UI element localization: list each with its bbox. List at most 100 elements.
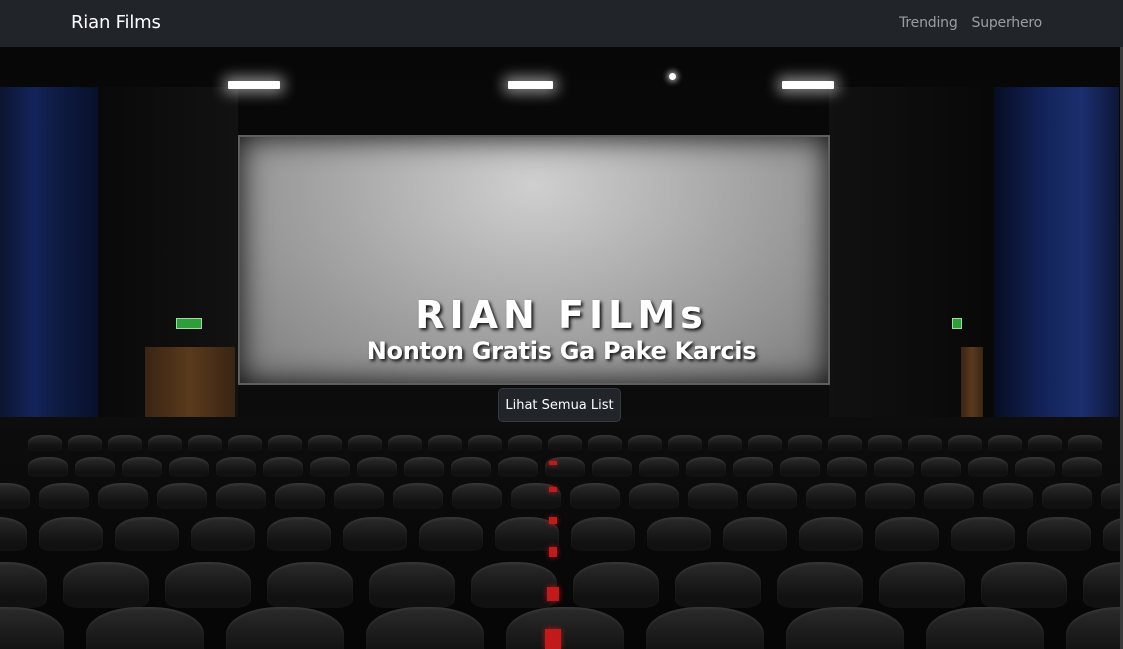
seat: [646, 607, 764, 649]
seat: [1041, 483, 1092, 509]
seat: [875, 517, 939, 551]
hero-subtitle: Nonton Gratis Ga Pake Karcis: [366, 337, 757, 365]
seat-row: [0, 457, 1123, 477]
seat: [333, 483, 384, 509]
seat: [786, 607, 904, 649]
aisle-light: [549, 487, 557, 492]
ceiling-light: [782, 81, 834, 89]
seat: [1068, 435, 1102, 451]
seat: [148, 435, 182, 451]
seat: [874, 457, 914, 477]
seat: [799, 517, 863, 551]
seat: [263, 457, 303, 477]
seat: [746, 483, 797, 509]
seat: [968, 457, 1008, 477]
seat: [1027, 517, 1091, 551]
seat: [404, 457, 444, 477]
hero-section: RIAN FILMs Nonton Gratis Ga Pake Karcis …: [0, 47, 1123, 649]
seat: [498, 457, 538, 477]
seat: [169, 457, 209, 477]
seat: [108, 435, 142, 451]
seat: [628, 483, 679, 509]
navbar: Rian Films Trending Superhero: [0, 0, 1123, 47]
brand-link[interactable]: Rian Films: [71, 12, 161, 33]
seat: [569, 483, 620, 509]
seat: [868, 435, 902, 451]
seat: [733, 457, 773, 477]
seat: [38, 483, 89, 509]
seat: [191, 517, 255, 551]
seat: [908, 435, 942, 451]
seat: [97, 483, 148, 509]
seat: [419, 517, 483, 551]
seat: [545, 457, 585, 477]
ceiling-light: [669, 73, 676, 80]
seat: [951, 517, 1015, 551]
seat: [588, 435, 622, 451]
curtain-right: [994, 87, 1119, 447]
seat: [923, 483, 974, 509]
seat: [948, 435, 982, 451]
nav-link-trending[interactable]: Trending: [899, 15, 958, 31]
seat-row: [0, 562, 1123, 608]
seat: [388, 435, 422, 451]
seat: [268, 435, 302, 451]
seat: [357, 457, 397, 477]
seat: [788, 435, 822, 451]
seat: [1083, 562, 1123, 608]
seat: [267, 517, 331, 551]
seat: [777, 562, 863, 608]
seat: [267, 562, 353, 608]
aisle-light: [549, 461, 557, 465]
seat: [165, 562, 251, 608]
seat: [0, 483, 30, 509]
seat-row: [0, 517, 1123, 551]
ceiling-light: [508, 81, 553, 89]
aisle-light: [547, 587, 559, 601]
nav-link-superhero[interactable]: Superhero: [972, 15, 1043, 31]
seat: [828, 435, 862, 451]
seat: [687, 483, 738, 509]
seat: [68, 435, 102, 451]
seat: [1015, 457, 1055, 477]
seat: [506, 607, 624, 649]
seat: [366, 607, 484, 649]
seat: [343, 517, 407, 551]
seat: [548, 435, 582, 451]
seat: [988, 435, 1022, 451]
seat: [981, 562, 1067, 608]
seat: [28, 435, 62, 451]
seat: [0, 607, 64, 649]
seat: [188, 435, 222, 451]
seat: [675, 562, 761, 608]
seat: [392, 483, 443, 509]
nav-links: Trending Superhero: [899, 15, 1042, 31]
aisle-light: [545, 629, 561, 649]
seat: [468, 435, 502, 451]
seat: [647, 517, 711, 551]
seat: [215, 483, 266, 509]
seat: [75, 457, 115, 477]
seat: [471, 562, 557, 608]
seat: [274, 483, 325, 509]
seat: [508, 435, 542, 451]
seat: [216, 457, 256, 477]
seat: [122, 457, 162, 477]
curtain-left: [0, 87, 98, 447]
seat: [369, 562, 455, 608]
seat: [805, 483, 856, 509]
aisle-light: [549, 517, 557, 524]
seat: [228, 435, 262, 451]
seat: [864, 483, 915, 509]
aisle-light: [549, 547, 557, 557]
view-all-list-button[interactable]: Lihat Semua List: [498, 388, 621, 422]
seat: [348, 435, 382, 451]
seat: [1062, 457, 1102, 477]
seat: [308, 435, 342, 451]
seat: [0, 562, 47, 608]
seat: [748, 435, 782, 451]
seat: [451, 483, 502, 509]
seat: [428, 435, 462, 451]
seat: [1028, 435, 1062, 451]
seat: [310, 457, 350, 477]
